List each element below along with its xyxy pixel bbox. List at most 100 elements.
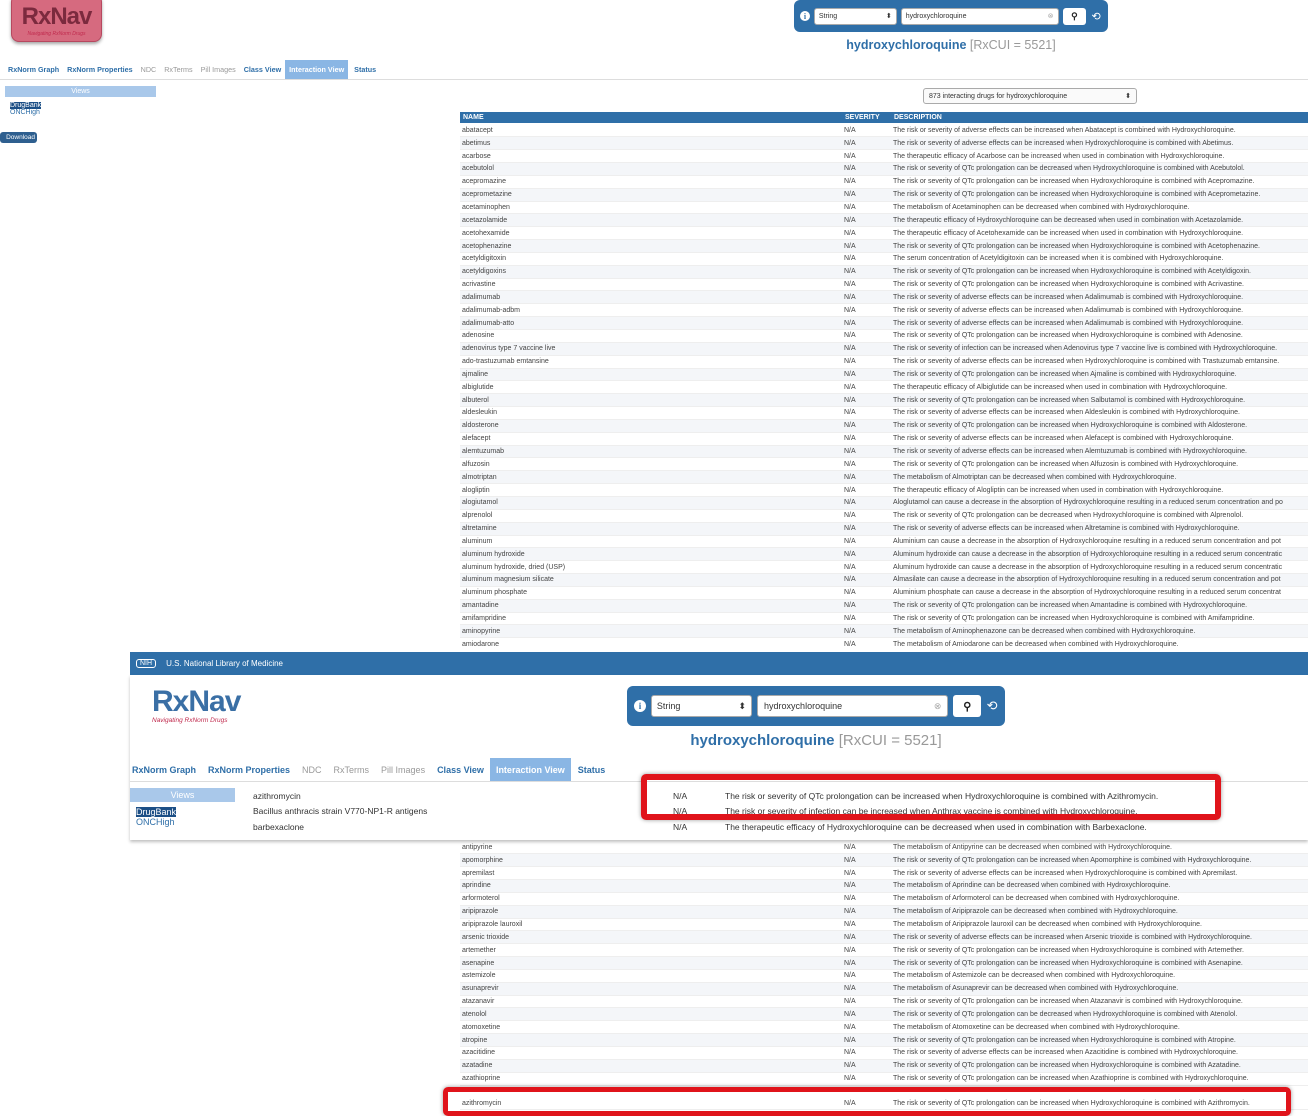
table-row[interactable]: acepromazine N/A The risk or severity of Q… (460, 175, 1308, 189)
tab-rxterms[interactable]: RxTerms (160, 60, 196, 79)
table-row[interactable]: alemtuzumab N/A The risk or severity of ad… (460, 445, 1308, 459)
table-row[interactable]: acetyldigitoxin N/A The serum concentratio… (460, 252, 1308, 266)
rxnav-logo-large[interactable]: RxNav Navigating RxNorm Drugs (152, 685, 242, 730)
table-row[interactable]: amantadine N/A The risk or severity of QTc… (460, 599, 1308, 613)
table-row[interactable]: apomorphine N/A The risk or severity of QT… (460, 853, 1308, 868)
table-row[interactable]: aripiprazole lauroxil N/A The metabolism o… (460, 918, 1308, 932)
table-row[interactable]: aminopyrine N/A The metabolism of Aminophe… (460, 624, 1308, 639)
col-description-header[interactable]: DESCRIPTION (891, 114, 1308, 121)
table-row[interactable]: adalimumab-atto N/A The risk or severity o… (460, 316, 1308, 330)
table-row[interactable]: acebutolol N/A The risk or severity of QTc… (460, 162, 1308, 176)
table-row[interactable]: aluminum N/A Aluminium can cause a decreas… (460, 535, 1308, 549)
table-row[interactable]: apremilast N/A The risk or severity of adv… (460, 866, 1308, 881)
rxnav-logo[interactable]: RxNav Navigating RxNorm Drugs (11, 0, 102, 42)
table-row[interactable]: aldosterone N/A The risk or severity of QT… (460, 419, 1308, 433)
tab-class-view[interactable]: Class View (431, 758, 490, 781)
table-row[interactable]: azacitidine N/A The risk or severity of ad… (460, 1046, 1308, 1060)
table-row[interactable]: adalimumab N/A The risk or severity of adv… (460, 290, 1308, 305)
table-row[interactable]: astemizole N/A The metabolism of Astemizol… (460, 969, 1308, 983)
table-row[interactable]: acetophenazine N/A The risk or severity of… (460, 239, 1308, 253)
table-row[interactable]: acetohexamide N/A The therapeutic efficacy… (460, 226, 1308, 241)
clear-icon[interactable]: ⊗ (934, 701, 942, 712)
table-row[interactable]: amifampridine N/A The risk or severity of … (460, 612, 1308, 626)
search-type-select[interactable]: String ⬍ (650, 695, 753, 717)
tab-ndc[interactable]: NDC (296, 758, 328, 781)
table-row[interactable]: alfuzosin N/A The risk or severity of QTc … (460, 457, 1308, 472)
table-row[interactable]: artemether N/A The risk or severity of QTc… (460, 943, 1308, 958)
tab-rxterms[interactable]: RxTerms (328, 758, 376, 781)
nlm-label[interactable]: U.S. National Library of Medicine (166, 659, 283, 668)
clear-icon[interactable]: ⊗ (1048, 12, 1054, 20)
table-row[interactable]: alogiutamol N/A Aloglutamol can cause a de… (460, 496, 1308, 510)
table-row[interactable]: acetyldigoxins N/A The risk or severity of… (460, 265, 1308, 279)
info-icon[interactable]: i (800, 11, 810, 21)
table-row[interactable]: aluminum hydroxide, dried (USP) N/A Alumin… (460, 560, 1308, 575)
table-row[interactable]: arsenic trioxide N/A The risk or severity … (460, 930, 1308, 945)
table-row[interactable]: ado-trastuzumab emtansine N/A The risk or … (460, 355, 1308, 369)
search-input[interactable]: hydroxychloroquine ⊗ (757, 695, 949, 717)
search-button[interactable]: ⚲ (1062, 7, 1087, 25)
table-row[interactable]: amiodarone N/A The metabolism of Amiodaron… (460, 637, 1308, 650)
col-severity-header[interactable]: SEVERITY (842, 114, 891, 121)
tab-pill-images[interactable]: Pill Images (375, 758, 431, 781)
table-row[interactable]: azatadine N/A The risk or severity of QTc … (460, 1059, 1308, 1073)
table-row[interactable]: altretamine N/A The risk or severity of ad… (460, 522, 1308, 536)
table-row[interactable]: antipyrine N/A The metabolism of Antipyrin… (460, 841, 1308, 855)
download-button[interactable]: Download (0, 132, 37, 143)
table-row[interactable]: azathioprine N/A The risk or severity of Q… (460, 1072, 1308, 1086)
table-row[interactable]: aluminum magnesium silicate N/A Almasilate… (460, 573, 1308, 587)
tab-rxnorm-properties[interactable]: RxNorm Properties (202, 758, 296, 781)
table-row[interactable]: aripiprazole N/A The metabolism of Aripipr… (460, 905, 1308, 919)
table-row[interactable]: abetimus N/A The risk or severity of adver… (460, 136, 1308, 151)
view-onchigh[interactable]: ONCHigh (136, 817, 175, 827)
reset-icon[interactable]: ⟲ (986, 698, 998, 714)
search-button[interactable]: ⚲ (953, 695, 982, 717)
table-row[interactable]: adalimumab-adbm N/A The risk or severity o… (460, 303, 1308, 318)
table-row[interactable]: albiglutide N/A The therapeutic efficacy o… (460, 380, 1308, 395)
tab-interaction-view[interactable]: Interaction View (285, 60, 349, 79)
table-row[interactable]: aldesleukin N/A The risk or severity of ad… (460, 406, 1308, 420)
table-row[interactable]: atropine N/A The risk or severity of QTc p… (460, 1033, 1308, 1047)
table-row[interactable]: aceprometazine N/A The risk or severity of… (460, 188, 1308, 202)
table-row[interactable]: acetaminophen N/A The metabolism of Acetam… (460, 201, 1308, 215)
search-type-select[interactable]: String ⬍ (813, 7, 897, 25)
tab-status[interactable]: Status (571, 758, 613, 781)
table-row[interactable]: atomoxetine N/A The metabolism of Atomoxet… (460, 1020, 1308, 1035)
table-row[interactable]: arformoterol N/A The metabolism of Arformo… (460, 892, 1308, 906)
tab-interaction-view[interactable]: Interaction View (489, 758, 571, 781)
table-row[interactable]: albuterol N/A The risk or severity of QTc … (460, 393, 1308, 408)
table-row[interactable]: aluminum phosphate N/A Aluminium phosphate… (460, 586, 1308, 600)
table-row[interactable]: almotriptan N/A The metabolism of Almotrip… (460, 470, 1308, 485)
table-row[interactable]: abatacept N/A The risk or severity of adve… (460, 124, 1308, 138)
table-row[interactable]: alprenolol N/A The risk or severity of QTc… (460, 509, 1308, 523)
table-row[interactable]: asunaprevir N/A The metabolism of Asunapre… (460, 982, 1308, 996)
table-row[interactable]: adenosine N/A The risk or severity of QTc … (460, 329, 1308, 343)
tab-ndc[interactable]: NDC (137, 60, 161, 79)
view-onchigh[interactable]: ONCHigh (10, 109, 40, 116)
table-row[interactable]: atenolol N/A The risk or severity of QTc p… (460, 1007, 1308, 1022)
info-icon[interactable]: i (634, 700, 646, 712)
view-drugbank[interactable]: DrugBank (10, 102, 42, 109)
tab-status[interactable]: Status (348, 60, 382, 79)
interaction-count-select[interactable]: 873 interacting drugs for hydroxychloroq… (923, 88, 1137, 104)
view-drugbank[interactable]: DrugBank (136, 807, 177, 817)
table-row[interactable]: ajmaline N/A The risk or severity of QTc p… (460, 368, 1308, 382)
tab-rxnorm-properties[interactable]: RxNorm Properties (63, 60, 137, 79)
tab-pill-images[interactable]: Pill Images (197, 60, 240, 79)
tab-rxnorm-graph[interactable]: RxNorm Graph (0, 60, 63, 79)
reset-icon[interactable]: ⟲ (1090, 10, 1102, 23)
table-row[interactable]: alogliptin N/A The therapeutic efficacy of… (460, 483, 1308, 497)
table-row[interactable]: alefacept N/A The risk or severity of adve… (460, 432, 1308, 446)
tab-class-view[interactable]: Class View (240, 60, 285, 79)
table-row[interactable]: acrivastine N/A The risk or severity of QT… (460, 278, 1308, 292)
table-row[interactable]: acetazolamide N/A The therapeutic efficacy… (460, 213, 1308, 228)
table-row[interactable]: barbexaclone N/A The therapeutic efficacy … (250, 819, 1308, 835)
table-row[interactable]: atazanavir N/A The risk or severity of QTc… (460, 995, 1308, 1009)
table-row[interactable]: adenovirus type 7 vaccine live N/A The ris… (460, 342, 1308, 356)
table-row[interactable]: asenapine N/A The risk or severity of QTc … (460, 956, 1308, 970)
table-row[interactable]: aprindine N/A The metabolism of Aprindine … (460, 879, 1308, 893)
tab-rxnorm-graph[interactable]: RxNorm Graph (130, 758, 202, 781)
table-row[interactable]: acarbose N/A The therapeutic efficacy of A… (460, 149, 1308, 164)
table-row[interactable]: aluminum hydroxide N/A Aluminum hydroxide … (460, 547, 1308, 562)
search-input[interactable]: hydroxychloroquine ⊗ (900, 7, 1059, 25)
